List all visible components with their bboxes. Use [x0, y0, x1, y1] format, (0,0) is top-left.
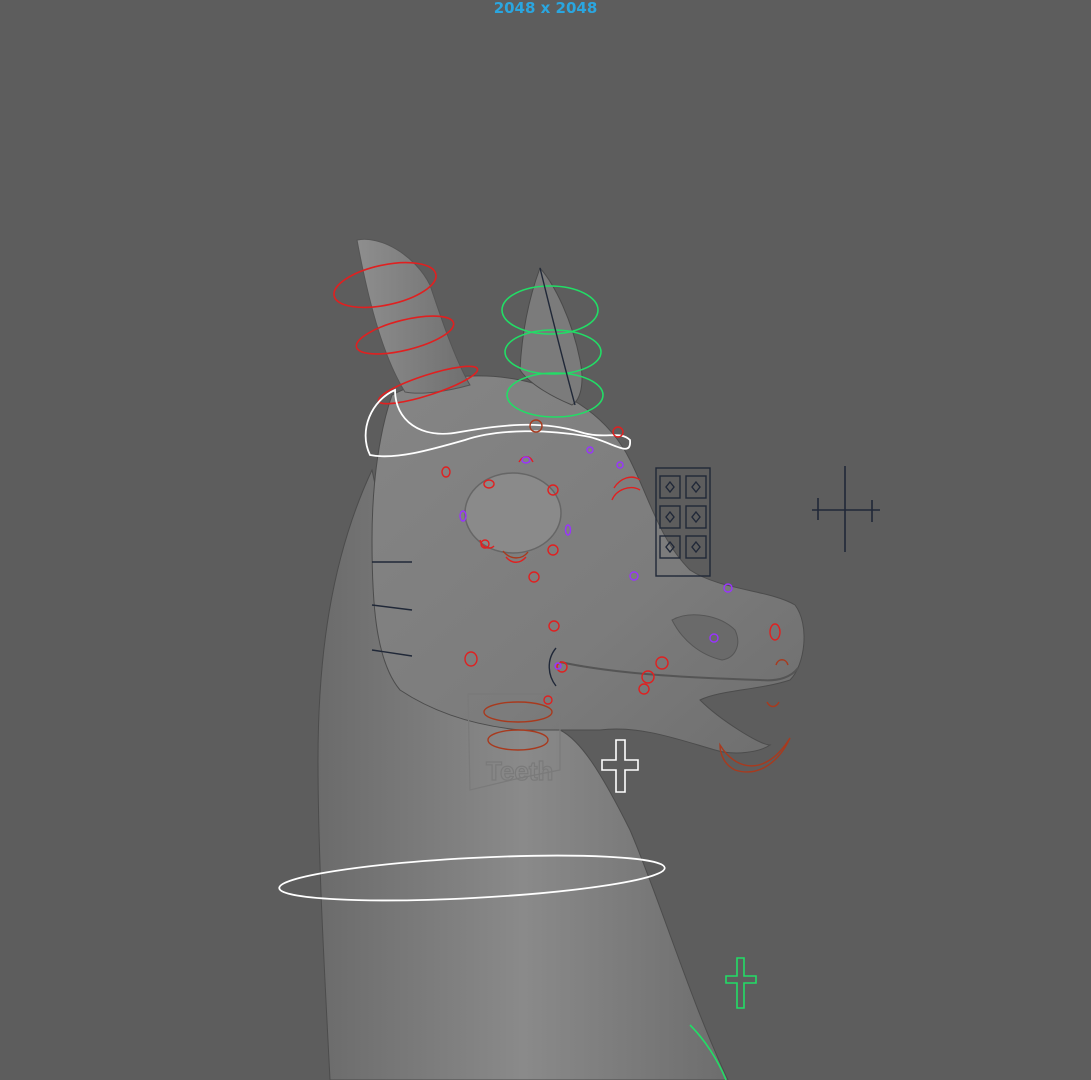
cheek-locator[interactable] — [812, 466, 880, 552]
viewport-scene[interactable]: Teeth — [0, 0, 1091, 1080]
eye-target-slot[interactable] — [659, 505, 681, 529]
root-cross-control[interactable] — [725, 957, 757, 1009]
jaw-cross-control[interactable] — [601, 739, 639, 793]
eye-socket — [464, 472, 562, 554]
eye-target-slot[interactable] — [685, 505, 707, 529]
maya-viewport[interactable]: 2048 x 2048 Teeth — [0, 0, 1091, 1080]
teeth-label: Teeth — [486, 756, 553, 786]
chin-ctrl[interactable] — [766, 701, 780, 708]
eye-target-slot[interactable] — [685, 535, 707, 559]
eye-target-slot[interactable] — [685, 475, 707, 499]
eye-target-diamond — [665, 480, 701, 554]
head-mesh[interactable] — [371, 375, 805, 754]
character-mesh[interactable] — [317, 238, 805, 1080]
eye-target-slot[interactable] — [659, 475, 681, 499]
